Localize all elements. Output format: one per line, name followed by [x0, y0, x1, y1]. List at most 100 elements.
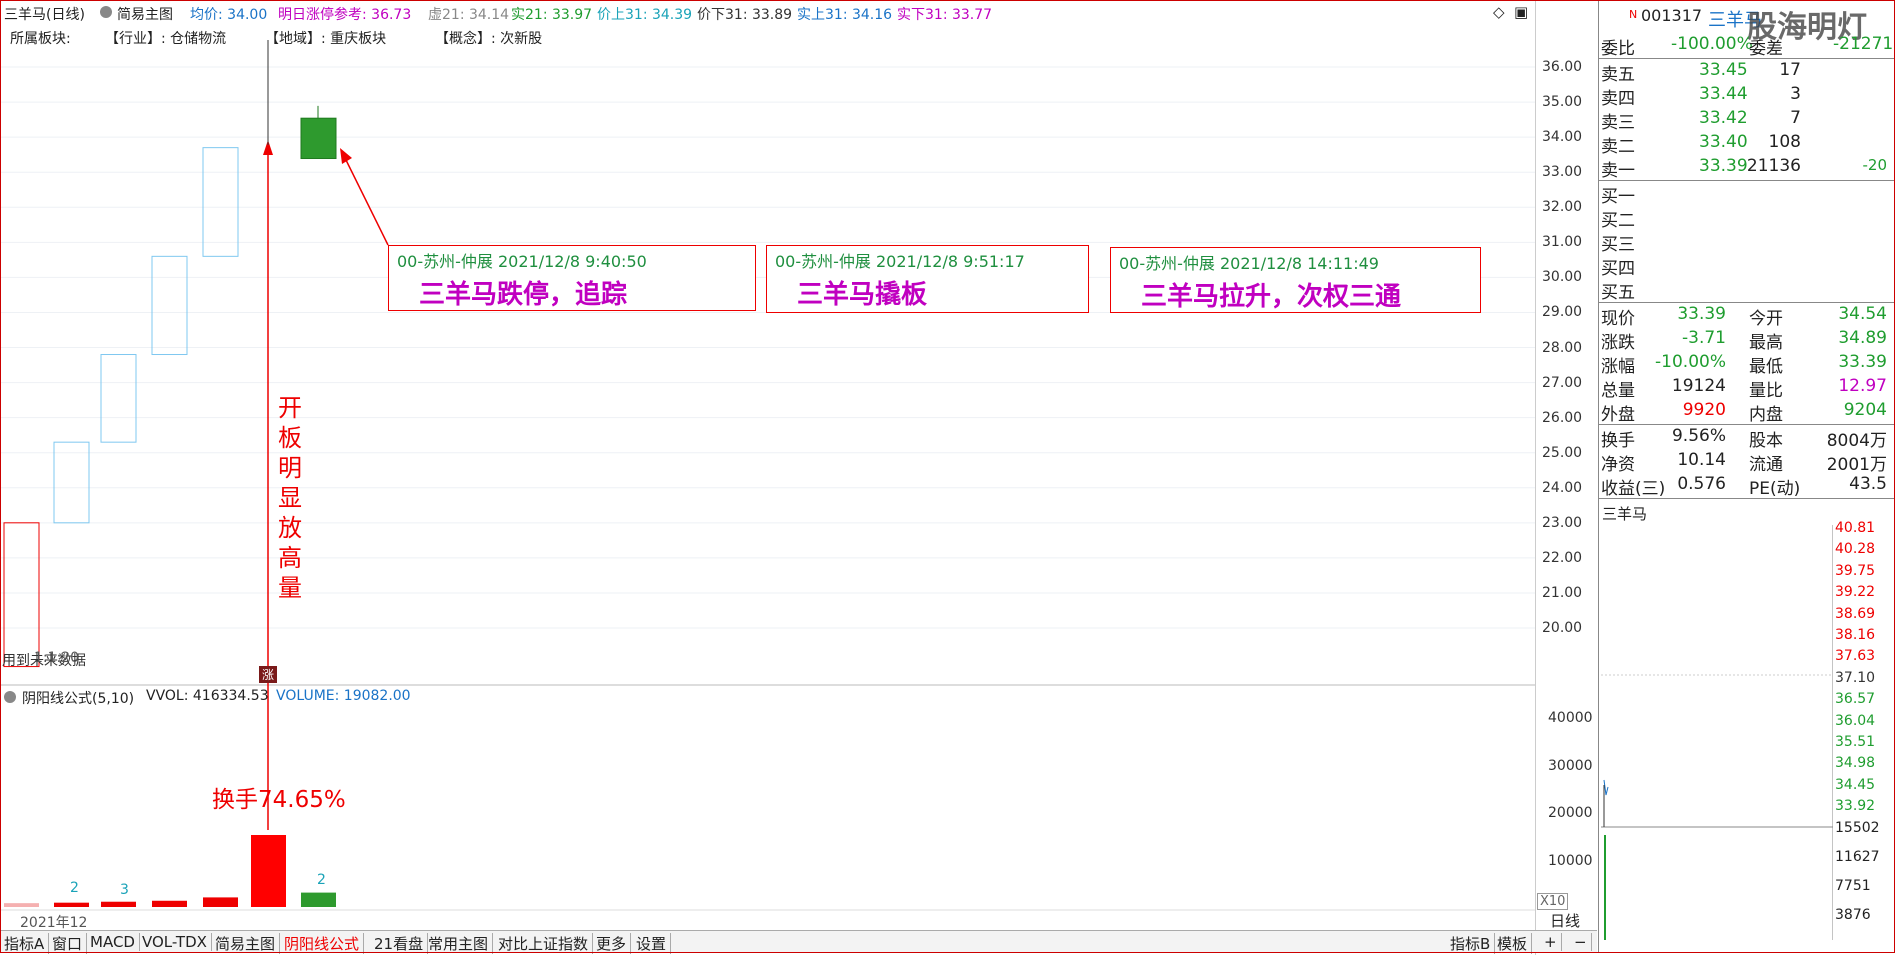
vertical-note: 开板明显放高量 [278, 394, 302, 602]
intraday-price-tick: 36.57 [1835, 691, 1876, 708]
intraday-chart[interactable] [1601, 525, 1833, 940]
note-body: 三羊马撬板 [797, 280, 928, 310]
intraday-price-tick: 40.81 [1835, 520, 1876, 536]
stat-label: 净资 [1601, 455, 1635, 475]
tab-4[interactable]: 简易主图 [211, 933, 281, 954]
stat-label: 流通 [1749, 455, 1783, 475]
sell-row: 卖一 33.39 21136 -20 [1601, 156, 1891, 181]
sell-price: 33.45 [1699, 60, 1748, 80]
volume-tick: 40000 [1548, 710, 1593, 726]
diamond-icon[interactable]: ◇ [1493, 3, 1505, 21]
avg-price: 均价: 34.00 [190, 7, 268, 23]
volume-tick: 30000 [1548, 757, 1593, 774]
tab-7[interactable]: 常用主图 [424, 933, 494, 954]
sell-volume: 7 [1790, 108, 1801, 128]
stat-row: 总量 19124 量比 12.97 [1601, 376, 1891, 401]
tab-2[interactable]: MACD [86, 933, 140, 951]
tab-1[interactable]: 窗口 [48, 933, 88, 954]
intraday-price-tick: 38.69 [1835, 605, 1876, 622]
stat-row: 现价 33.39 今开 34.54 [1601, 304, 1891, 329]
turnover-label: 换手74.65% [212, 787, 346, 813]
tab-9[interactable]: 更多 [592, 933, 632, 954]
tab-8[interactable]: 对比上证指数 [494, 933, 594, 954]
chevron-down-icon[interactable] [4, 691, 16, 703]
intraday-volume-tick: 3876 [1835, 907, 1871, 923]
price-tick: 31.00 [1542, 234, 1583, 251]
volume-value: VOLUME: 19082.00 [276, 688, 411, 704]
sell-row: 卖二 33.40 108 [1601, 132, 1891, 157]
stat-label: 涨跌 [1601, 333, 1635, 353]
volume-bar[interactable] [54, 902, 89, 907]
tab-right-3[interactable]: − [1570, 933, 1592, 951]
stock-code: 001317 [1641, 6, 1703, 25]
tab-6[interactable]: 21看盘 [370, 933, 429, 954]
vvol-value: VVOL: 416334.53 [146, 688, 269, 704]
volume-bar[interactable] [301, 892, 336, 907]
volume-bar[interactable] [4, 903, 39, 907]
stat-row: 换手 9.56% 股本 8004万 [1601, 426, 1891, 451]
candle[interactable] [151, 255, 188, 356]
price-tick: 26.00 [1542, 409, 1583, 426]
chevron-down-icon[interactable] [100, 6, 112, 18]
note-box[interactable]: 00-苏州-仲展 2021/12/8 9:51:17 三羊马撬板 [766, 245, 1089, 313]
tab-right-2[interactable]: + [1540, 933, 1562, 951]
note-head: 00-苏州-仲展 2021/12/8 9:40:50 [397, 252, 647, 271]
candle[interactable] [100, 354, 137, 443]
intraday-price-tick: 34.98 [1835, 755, 1876, 772]
sell-label: 卖四 [1601, 89, 1635, 109]
stat-label: 现价 [1601, 309, 1635, 329]
tab-10[interactable]: 设置 [632, 933, 672, 954]
price-tick: 27.00 [1542, 374, 1583, 391]
note-box[interactable]: 00-苏州-仲展 2021/12/8 14:11:49 三羊马拉升，次权三通 [1110, 247, 1481, 313]
volume-bar[interactable] [203, 897, 238, 907]
note-head: 00-苏州-仲展 2021/12/8 14:11:49 [1119, 254, 1379, 273]
date-label: 2021年12 [20, 915, 88, 931]
intraday-price-tick: 35.51 [1835, 734, 1876, 750]
tab-0[interactable]: 指标A [0, 933, 50, 954]
stat-label: 外盘 [1601, 405, 1635, 425]
intraday-price-tick: 39.75 [1835, 562, 1876, 579]
candle[interactable] [3, 522, 40, 668]
stat-value: 33.39 [1677, 304, 1726, 324]
sell-price: 33.40 [1699, 132, 1748, 152]
tab-right-0[interactable]: 指标B [1446, 933, 1496, 954]
volume-tick: 10000 [1548, 852, 1593, 869]
stat-label: 涨幅 [1601, 357, 1635, 377]
vol-count: 3 [120, 882, 129, 898]
volume-bar[interactable] [101, 901, 136, 907]
vol-count: 2 [317, 872, 326, 888]
candle[interactable] [202, 147, 239, 257]
buy-row: 买三 [1601, 230, 1891, 255]
price-tick: 36.00 [1542, 59, 1583, 75]
candle[interactable] [300, 117, 337, 160]
sell-price: 33.42 [1699, 108, 1748, 128]
tab-3[interactable]: VOL-TDX [138, 933, 212, 951]
weibi-row: 委比 -100.00% 委差 -21271 [1601, 34, 1894, 59]
price-tick: 30.00 [1542, 269, 1583, 286]
tab-5[interactable]: 阴阳线公式 [280, 933, 365, 954]
candle[interactable] [53, 441, 90, 524]
sell-price: 33.39 [1699, 156, 1748, 176]
tab-right-1[interactable]: 模板 [1493, 933, 1533, 954]
weicha-value: -21271 [1833, 34, 1894, 54]
chart-header: 三羊马(日线) 简易主图 均价: 34.00 明日涨停参考: 36.73 虚21… [0, 0, 1535, 26]
realup31: 实上31: 34.16 [797, 7, 893, 23]
price-tick: 28.00 [1542, 339, 1583, 356]
volume-bar[interactable] [251, 835, 286, 907]
stat-value: 33.39 [1838, 352, 1887, 372]
chart-mode[interactable]: 简易主图 [117, 4, 173, 24]
sell-row: 卖五 33.45 17 [1601, 60, 1891, 85]
window-icon[interactable]: ▣ [1514, 3, 1528, 21]
volume-bar[interactable] [152, 900, 187, 907]
stat-value: -10.00% [1655, 352, 1726, 372]
volume-formula[interactable]: 阴阳线公式(5,10) [22, 688, 134, 708]
virtual21: 虚21: 34.14 [428, 7, 510, 23]
stat-row: 涨幅 -10.00% 最低 33.39 [1601, 352, 1891, 377]
period-label[interactable]: 日线 [1550, 910, 1580, 931]
stat-row: 涨跌 -3.71 最高 34.89 [1601, 328, 1891, 353]
stat-row: 外盘 9920 内盘 9204 [1601, 400, 1891, 425]
sell-label: 卖五 [1601, 65, 1635, 85]
note-box[interactable]: 00-苏州-仲展 2021/12/8 9:40:50 三羊马跌停，追踪 [388, 245, 756, 311]
buy-row: 买五 [1601, 278, 1891, 303]
stat-value: 9.56% [1671, 426, 1726, 446]
